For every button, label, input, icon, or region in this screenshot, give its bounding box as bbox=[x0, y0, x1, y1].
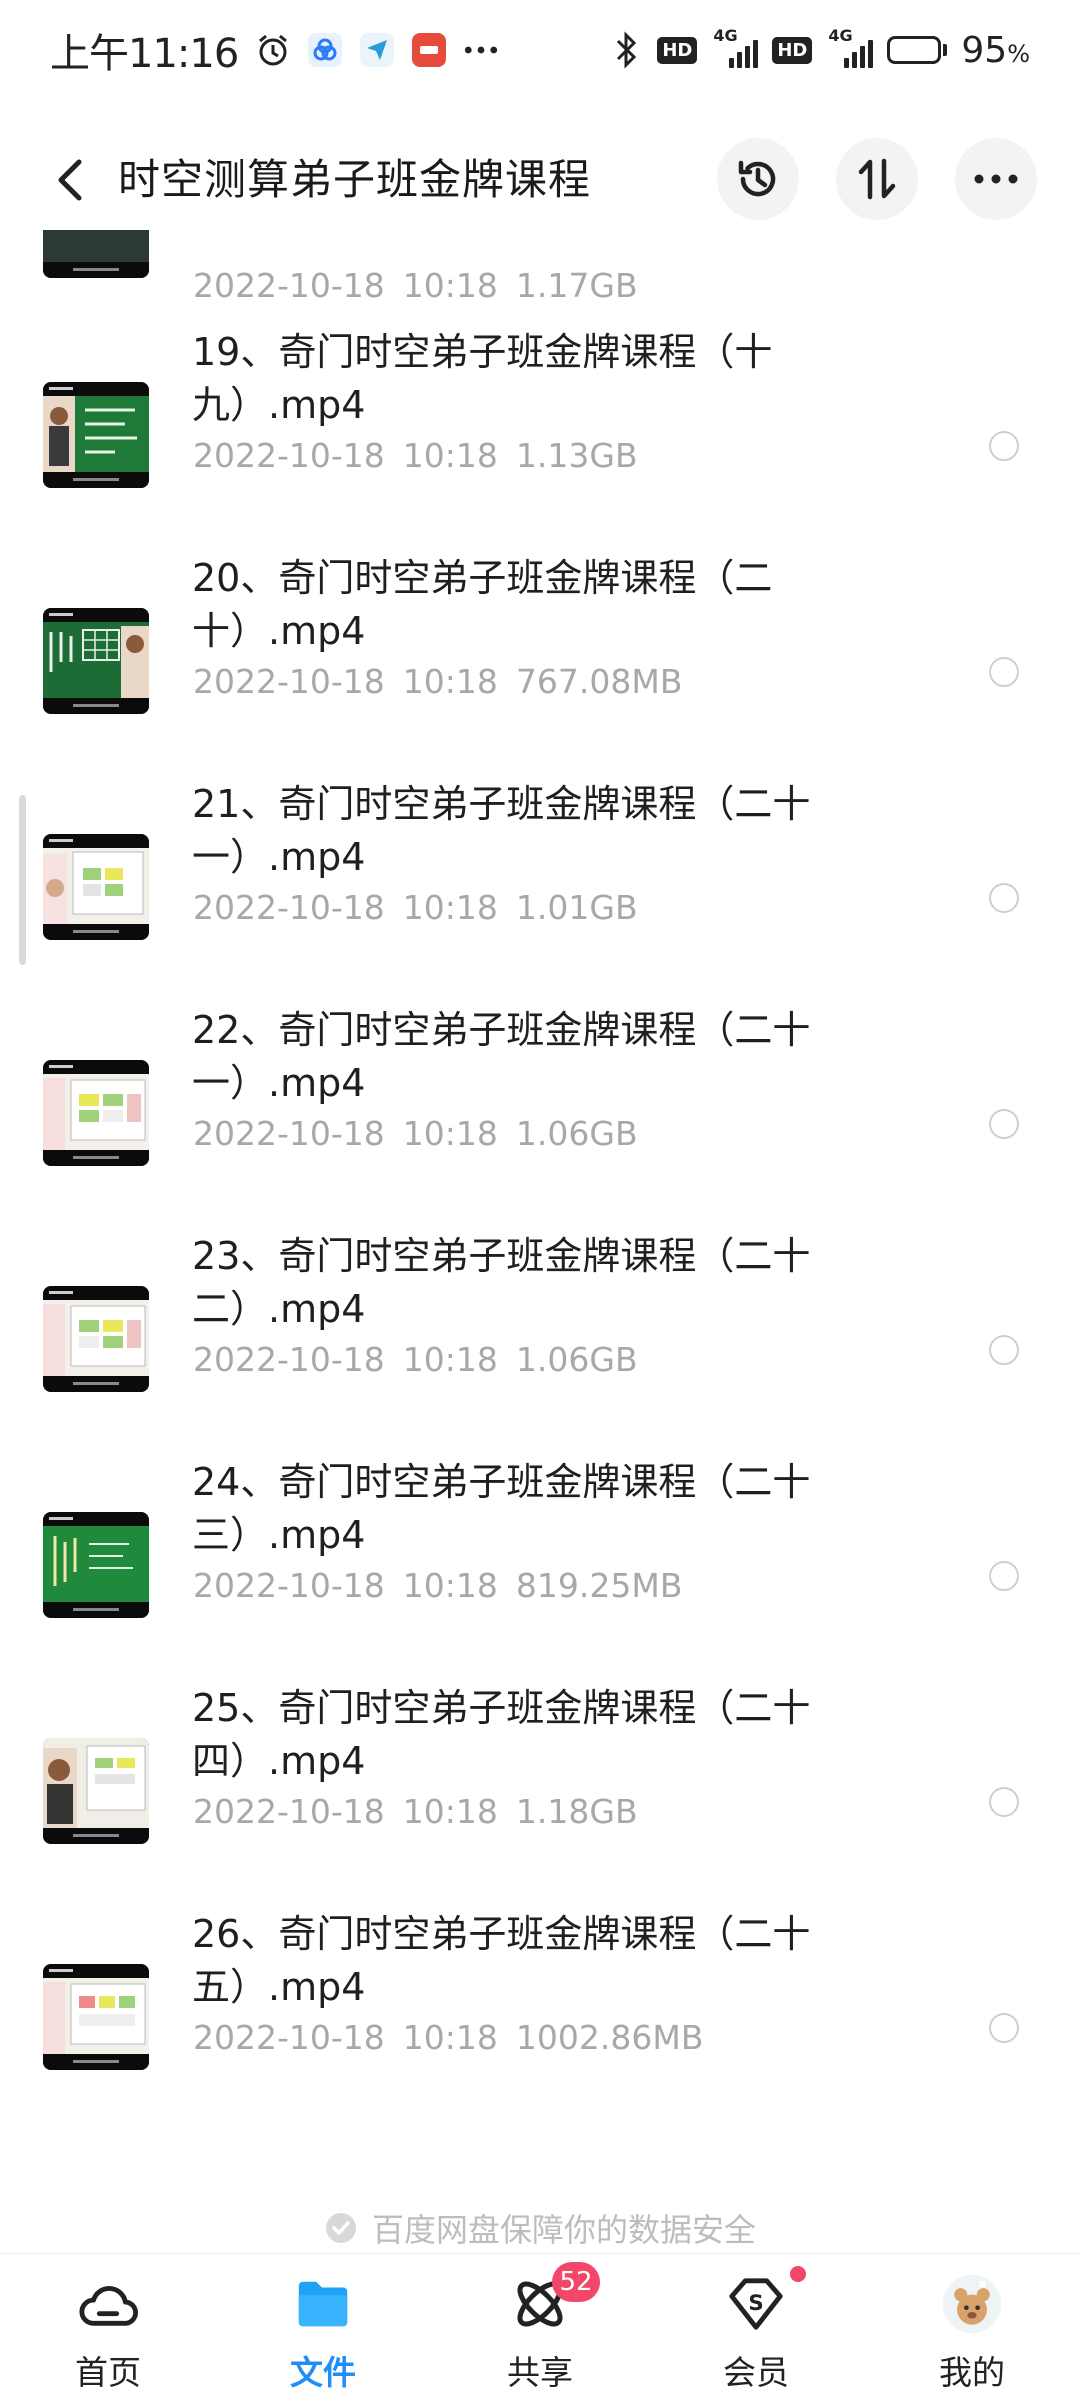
bluetooth-icon bbox=[609, 31, 643, 69]
svg-text:S: S bbox=[748, 2291, 763, 2316]
nav-files[interactable]: 文件 bbox=[248, 2254, 398, 2400]
vip-icon: S bbox=[726, 2274, 786, 2334]
sort-icon bbox=[858, 158, 896, 200]
file-name: 22、奇门时空弟子班金牌课程（二十一）.mp4 bbox=[192, 1008, 811, 1105]
video-thumbnail bbox=[43, 1286, 149, 1392]
select-checkbox[interactable] bbox=[989, 1787, 1019, 1817]
file-list[interactable]: 2022-10-18 10:18 1.17GB 19、奇门时空弟子班金牌课程（十九）… bbox=[0, 230, 1080, 2220]
file-meta: 2022-10-18 10:18 819.25MB bbox=[193, 1566, 683, 1605]
file-meta: 2022-10-18 10:18 1002.86MB bbox=[193, 2018, 704, 2057]
select-checkbox[interactable] bbox=[989, 1335, 1019, 1365]
back-button[interactable] bbox=[40, 150, 100, 210]
nav-label: 我的 bbox=[939, 2353, 1005, 2392]
more-notifications-icon bbox=[464, 33, 498, 67]
page-title: 时空测算弟子班金牌课程 bbox=[118, 155, 592, 204]
file-meta: 2022-10-18 10:18 1.17GB bbox=[193, 266, 638, 305]
file-name: 21、奇门时空弟子班金牌课程（二十一）.mp4 bbox=[192, 782, 811, 879]
file-meta: 2022-10-18 10:18 1.06GB bbox=[193, 1340, 638, 1379]
status-bar: 上午11:16 HD 4G HD 4G 95% bbox=[0, 0, 1080, 100]
file-row[interactable]: 24、奇门时空弟子班金牌课程（二十三）.mp4 2022-10-18 10:18 8… bbox=[0, 1456, 1080, 1682]
avatar-icon bbox=[942, 2274, 1002, 2334]
network-type-label: 4G bbox=[828, 26, 853, 45]
nav-vip[interactable]: S 会员 bbox=[681, 2254, 831, 2400]
send-app-notification-icon bbox=[360, 33, 395, 67]
file-row[interactable]: 26、奇门时空弟子班金牌课程（二十五）.mp4 2022-10-18 10:18 1… bbox=[0, 1908, 1080, 2134]
security-note-text: 百度网盘保障你的数据安全 bbox=[371, 2211, 756, 2249]
file-name: 23、奇门时空弟子班金牌课程（二十二）.mp4 bbox=[192, 1234, 811, 1331]
vip-notification-dot bbox=[790, 2266, 806, 2282]
app-screen: 上午11:16 HD 4G HD 4G 95% 时空测算弟子班金牌课程 2022… bbox=[0, 0, 1080, 2400]
signal-1-icon: 4G bbox=[711, 26, 759, 68]
file-row[interactable]: 23、奇门时空弟子班金牌课程（二十二）.mp4 2022-10-18 10:18 1… bbox=[0, 1230, 1080, 1456]
video-thumbnail bbox=[43, 1512, 149, 1618]
file-meta: 2022-10-18 10:18 1.18GB bbox=[193, 1792, 638, 1831]
chevron-left-icon bbox=[58, 159, 82, 201]
share-badge: 52 bbox=[552, 2262, 600, 2302]
file-meta: 2022-10-18 10:18 1.01GB bbox=[193, 888, 638, 927]
battery-icon bbox=[887, 36, 948, 64]
file-meta: 2022-10-18 10:18 1.06GB bbox=[193, 1114, 638, 1153]
app-header: 时空测算弟子班金牌课程 bbox=[0, 130, 1080, 230]
home-cloud-icon bbox=[78, 2274, 138, 2334]
video-thumbnail bbox=[43, 1060, 149, 1166]
more-button[interactable] bbox=[955, 138, 1037, 220]
baidu-app-notification-icon bbox=[308, 33, 343, 67]
network-type-label: 4G bbox=[713, 26, 738, 45]
file-name: 24、奇门时空弟子班金牌课程（二十三）.mp4 bbox=[192, 1460, 811, 1557]
nav-share[interactable]: 52 共享 bbox=[465, 2254, 615, 2400]
select-checkbox[interactable] bbox=[989, 657, 1019, 687]
file-name: 19、奇门时空弟子班金牌课程（十九）.mp4 bbox=[192, 330, 773, 427]
file-row[interactable]: 25、奇门时空弟子班金牌课程（二十四）.mp4 2022-10-18 10:18 1… bbox=[0, 1682, 1080, 1908]
hd-badge: HD bbox=[657, 36, 698, 64]
video-thumbnail bbox=[43, 230, 149, 278]
security-note: 百度网盘保障你的数据安全 bbox=[0, 2205, 1080, 2251]
alarm-icon bbox=[256, 33, 290, 67]
nav-profile[interactable]: 我的 bbox=[897, 2254, 1047, 2400]
nav-label: 共享 bbox=[507, 2353, 573, 2392]
bottom-nav: 首页 文件 52 共享 S 会员 我的 bbox=[0, 2253, 1080, 2400]
select-checkbox[interactable] bbox=[989, 883, 1019, 913]
select-checkbox[interactable] bbox=[989, 2013, 1019, 2043]
history-icon bbox=[738, 160, 776, 197]
nav-home[interactable]: 首页 bbox=[33, 2254, 183, 2400]
file-meta: 2022-10-18 10:18 1.13GB bbox=[193, 436, 638, 475]
sort-button[interactable] bbox=[836, 138, 918, 220]
video-thumbnail bbox=[43, 1964, 149, 2070]
battery-percent: 95% bbox=[961, 29, 1030, 71]
select-checkbox[interactable] bbox=[989, 431, 1019, 461]
signal-2-icon: 4G bbox=[826, 26, 874, 68]
file-row[interactable]: 21、奇门时空弟子班金牌课程（二十一）.mp4 2022-10-18 10:18 1… bbox=[0, 778, 1080, 1004]
status-time: 上午11:16 bbox=[50, 31, 239, 77]
folder-icon bbox=[293, 2274, 353, 2334]
select-checkbox[interactable] bbox=[989, 1561, 1019, 1591]
video-thumbnail bbox=[43, 1738, 149, 1844]
video-thumbnail bbox=[43, 834, 149, 940]
file-row[interactable]: 19、奇门时空弟子班金牌课程（十九）.mp4 2022-10-18 10:18 1.… bbox=[0, 326, 1080, 552]
video-thumbnail bbox=[43, 382, 149, 488]
news-app-notification-icon bbox=[412, 33, 447, 67]
file-row[interactable]: 22、奇门时空弟子班金牌课程（二十一）.mp4 2022-10-18 10:18 1… bbox=[0, 1004, 1080, 1230]
file-row[interactable]: 20、奇门时空弟子班金牌课程（二十）.mp4 2022-10-18 10:18 76… bbox=[0, 552, 1080, 778]
nav-label: 首页 bbox=[75, 2353, 141, 2392]
video-thumbnail bbox=[43, 608, 149, 714]
file-name: 25、奇门时空弟子班金牌课程（二十四）.mp4 bbox=[192, 1686, 811, 1783]
history-button[interactable] bbox=[717, 138, 799, 220]
more-icon bbox=[974, 174, 1018, 184]
file-meta: 2022-10-18 10:18 767.08MB bbox=[193, 662, 683, 701]
hd-badge: HD bbox=[772, 36, 813, 64]
security-badge-icon bbox=[325, 2213, 356, 2243]
file-name: 26、奇门时空弟子班金牌课程（二十五）.mp4 bbox=[192, 1912, 811, 2009]
nav-label: 会员 bbox=[723, 2353, 789, 2392]
file-name: 20、奇门时空弟子班金牌课程（二十）.mp4 bbox=[192, 556, 773, 653]
select-checkbox[interactable] bbox=[989, 1109, 1019, 1139]
nav-label: 文件 bbox=[290, 2353, 356, 2392]
